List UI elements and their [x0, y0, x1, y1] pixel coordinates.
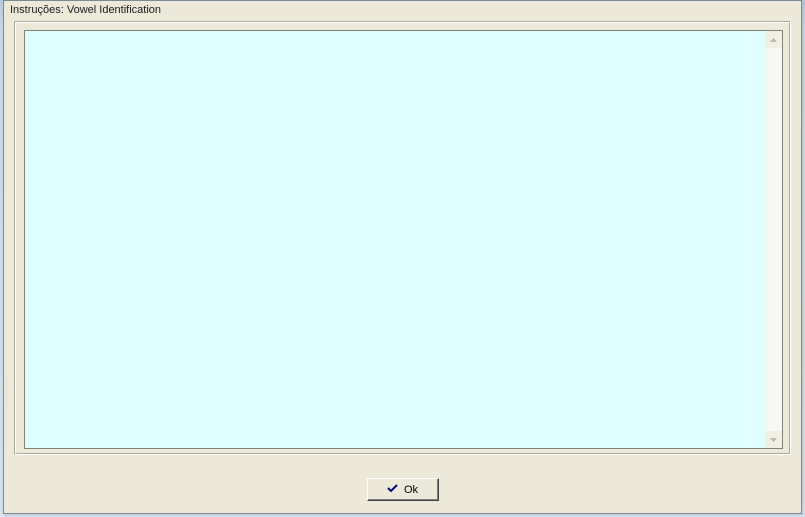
instructions-textarea[interactable]: [25, 31, 765, 448]
ok-button-label: Ok: [404, 484, 418, 496]
vertical-scrollbar[interactable]: [765, 31, 782, 448]
textarea-container: [24, 30, 783, 449]
scroll-track[interactable]: [765, 48, 782, 431]
dialog-title: Instruções: Vowel Identification: [4, 1, 801, 18]
chevron-down-icon: [770, 438, 777, 442]
groupbox-inner: [15, 22, 790, 454]
scroll-down-button[interactable]: [765, 431, 782, 448]
dialog-window: Instruções: Vowel Identification: [3, 0, 802, 514]
button-row: Ok: [4, 478, 801, 501]
chevron-up-icon: [770, 38, 777, 42]
content-groupbox: [14, 21, 791, 455]
ok-button[interactable]: Ok: [367, 478, 439, 501]
scroll-up-button[interactable]: [765, 31, 782, 48]
check-icon: [387, 484, 398, 496]
